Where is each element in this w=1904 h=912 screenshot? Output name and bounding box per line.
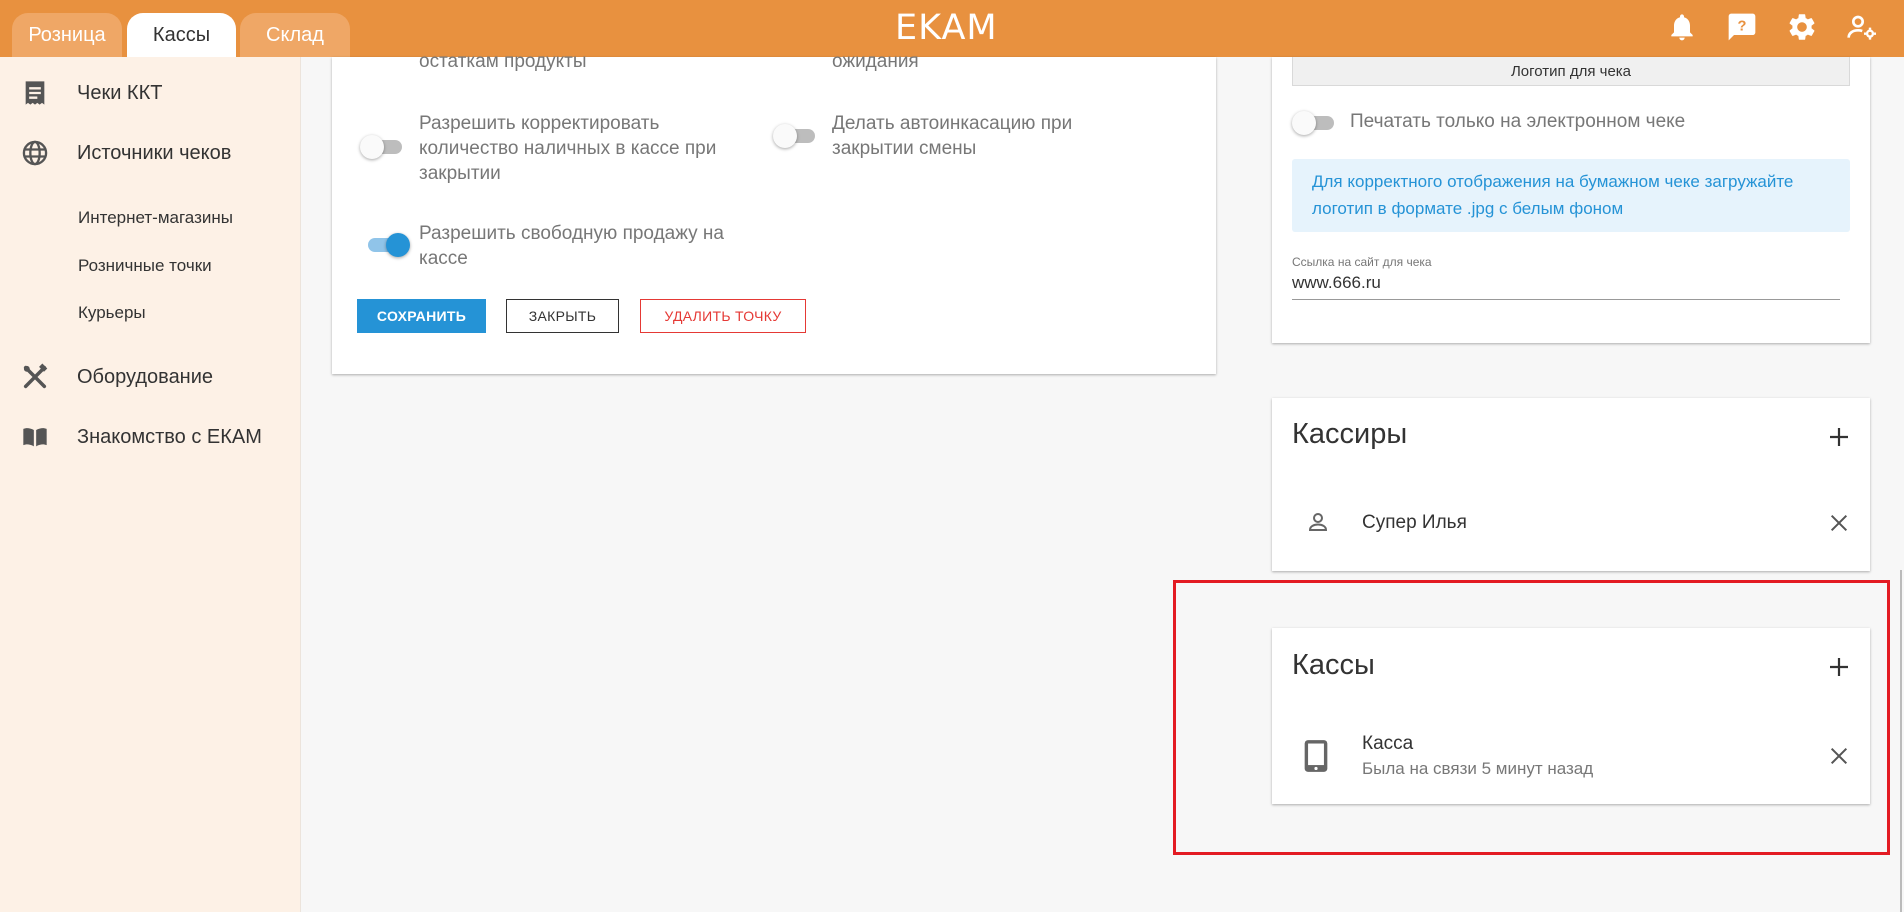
scrollbar[interactable] (1900, 570, 1902, 912)
bell-icon[interactable] (1666, 11, 1698, 43)
toggle-free-sale[interactable] (364, 233, 410, 257)
sidebar-item-label: Оборудование (77, 365, 214, 388)
sidebar-item-intro[interactable]: Знакомство с ЕКАМ (0, 414, 300, 460)
person-icon (1306, 510, 1330, 534)
toggle-print-only-electronic[interactable] (1292, 111, 1336, 135)
option-allow-cash-correction: Разрешить корректировать количество нали… (419, 113, 717, 184)
option-partial-right: ожидания (832, 51, 919, 72)
top-bar: Розница Кассы Склад EKAM ? (0, 0, 1904, 57)
close-button[interactable]: ЗАКРЫТЬ (506, 299, 619, 333)
info-box: Для корректного отображения на бумажном … (1292, 159, 1850, 232)
cashier-name: Супер Илья (1362, 512, 1467, 533)
ekam-logo[interactable]: EKAM (895, 8, 998, 48)
book-icon (21, 423, 49, 451)
toggle-auto-collection[interactable] (773, 124, 817, 148)
tools-icon (21, 363, 49, 391)
add-cashier-icon[interactable] (1827, 425, 1851, 449)
sidebar-item-receipts[interactable]: Чеки ККТ (0, 70, 300, 116)
tab-warehouse[interactable]: Склад (240, 13, 350, 57)
toggle-allow-cash-correction[interactable] (360, 135, 404, 159)
sidebar-item-label: Знакомство с ЕКАМ (77, 425, 262, 448)
site-link-input[interactable]: www.666.ru (1292, 273, 1840, 300)
gear-icon[interactable] (1786, 11, 1818, 43)
sidebar-item-label: Чеки ККТ (77, 81, 163, 104)
user-settings-icon[interactable] (1846, 11, 1878, 43)
receipt-list-icon (21, 79, 49, 107)
svg-text:?: ? (1738, 18, 1747, 34)
sidebar-item-label: Источники чеков (77, 141, 232, 164)
cashiers-card: Кассиры Супер Илья (1272, 398, 1870, 571)
highlight-box (1173, 580, 1890, 855)
option-auto-collection: Делать автоинкасацию при закрытии смены (832, 113, 1073, 159)
globe-icon (21, 139, 49, 167)
sidebar-subitem-couriers[interactable]: Курьеры (78, 303, 146, 323)
info-text: Для корректного отображения на бумажном … (1312, 172, 1794, 218)
tab-registers[interactable]: Кассы (127, 13, 236, 57)
retail-point-settings-card: остаткам продукты ожидания Разрешить кор… (332, 51, 1216, 374)
receipt-settings-card: Логотип для чека Печатать только на элек… (1272, 57, 1870, 343)
option-print-only-electronic: Печатать только на электронном чеке (1350, 111, 1686, 132)
tab-retail[interactable]: Розница (12, 13, 122, 57)
remove-cashier-icon[interactable] (1828, 512, 1850, 534)
site-link-label: Ссылка на сайт для чека (1292, 255, 1432, 269)
receipt-logo-button[interactable]: Логотип для чека (1292, 57, 1850, 86)
save-button[interactable]: СОХРАНИТЬ (357, 299, 486, 333)
help-chat-icon[interactable]: ? (1726, 11, 1758, 43)
delete-point-button[interactable]: УДАЛИТЬ ТОЧКУ (640, 299, 806, 333)
sidebar-subitem-retail-points[interactable]: Розничные точки (78, 256, 212, 276)
sidebar: Чеки ККТ Источники чеков Интернет-магази… (0, 57, 301, 912)
sidebar-item-equipment[interactable]: Оборудование (0, 354, 300, 400)
sidebar-item-sources[interactable]: Источники чеков (0, 130, 300, 176)
option-partial-left: остаткам продукты (419, 51, 587, 72)
cashiers-title: Кассиры (1292, 418, 1408, 450)
sidebar-subitem-online-stores[interactable]: Интернет-магазины (78, 208, 233, 228)
option-free-sale: Разрешить свободную продажу на кассе (419, 223, 724, 269)
